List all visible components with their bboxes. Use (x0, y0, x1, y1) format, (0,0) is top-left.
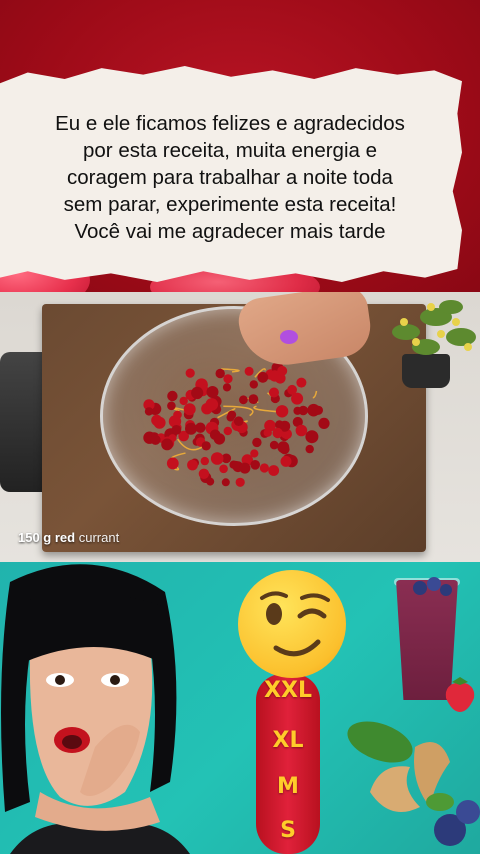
currant-berry (244, 366, 254, 376)
currant-berry (239, 395, 248, 405)
size-label-m: M (277, 774, 299, 799)
currant-berry (167, 390, 178, 402)
currant-berry (201, 441, 211, 451)
currant-berry (277, 365, 288, 376)
size-label-s: S (280, 818, 296, 843)
recipe-video[interactable]: 150 g red currant (0, 292, 480, 562)
currant-berry (171, 425, 182, 435)
video-caption: 150 g red currant (18, 530, 119, 545)
currant-berry (263, 428, 272, 437)
currant-stem (312, 390, 318, 399)
currant-berry (222, 383, 232, 392)
currant-berry (252, 437, 262, 448)
currant-berry (215, 368, 225, 379)
currant-berry (275, 420, 284, 429)
currant-berry (269, 440, 279, 450)
currant-berry (183, 403, 196, 416)
currant-berry (280, 455, 292, 467)
currant-berry (205, 398, 219, 411)
currant-berry (161, 438, 174, 451)
currant-berry (295, 424, 308, 437)
currant-berry (275, 405, 289, 418)
purple-nail (280, 330, 298, 344)
currant-berry (210, 452, 224, 465)
plant (392, 300, 476, 355)
currant-berry (298, 405, 309, 416)
currant-berry (268, 465, 280, 476)
currant-berry (219, 464, 228, 474)
banner-text: Eu e ele ficamos felizes e agradecidos p… (55, 112, 405, 243)
currant-berry (287, 384, 297, 395)
strawberry-icon (445, 677, 475, 712)
currant-berry (187, 459, 198, 471)
caption-amount: 150 g red (18, 530, 76, 545)
currant-berry (272, 427, 283, 439)
currant-berry (223, 374, 233, 384)
currant-berry (150, 434, 161, 445)
winking-face-icon (238, 570, 346, 678)
currant-berry (223, 426, 232, 436)
blueberry-topping (413, 577, 452, 596)
currant-berry (305, 444, 314, 454)
currant-berry (313, 405, 323, 415)
currant-berry (151, 414, 163, 426)
currant-berry (185, 368, 195, 378)
currant-berry (239, 462, 251, 474)
currant-berry (259, 463, 269, 473)
currant-berry (206, 477, 215, 486)
size-label-xxl: XXL (264, 678, 312, 703)
nuts-and-leaves (347, 721, 480, 846)
currant-berry (249, 380, 258, 389)
currant-berry (185, 422, 197, 435)
caption-ingredient: currant (78, 530, 120, 545)
currant-berry (269, 387, 279, 398)
currant-berry (191, 386, 204, 399)
ad-banner[interactable]: XXL XL M S (0, 562, 480, 854)
banner: Eu e ele ficamos felizes e agradecidos p… (0, 0, 480, 292)
currant-berry (200, 456, 209, 466)
currant-stem (253, 405, 279, 413)
currant-berry (250, 460, 260, 470)
currant-berry (305, 430, 319, 444)
woman-photo (1, 564, 190, 854)
currant-berry (144, 407, 154, 416)
currant-berry (250, 449, 259, 458)
currant-berry (277, 441, 290, 454)
currant-berry (213, 433, 226, 445)
size-label-xl: XL (272, 728, 304, 753)
currant-berry (235, 477, 245, 487)
currant-berry (257, 371, 269, 383)
currant-berry (198, 468, 210, 479)
currant-berry (206, 386, 219, 398)
currant-berry (233, 416, 244, 426)
currant-berry (248, 394, 259, 404)
currant-berry (227, 410, 237, 420)
currant-berry (231, 460, 240, 470)
currant-berry (318, 417, 330, 429)
currant-berry (221, 478, 230, 487)
currant-berry (166, 457, 179, 470)
currant-berry (296, 377, 307, 388)
currant-berry (167, 401, 176, 411)
